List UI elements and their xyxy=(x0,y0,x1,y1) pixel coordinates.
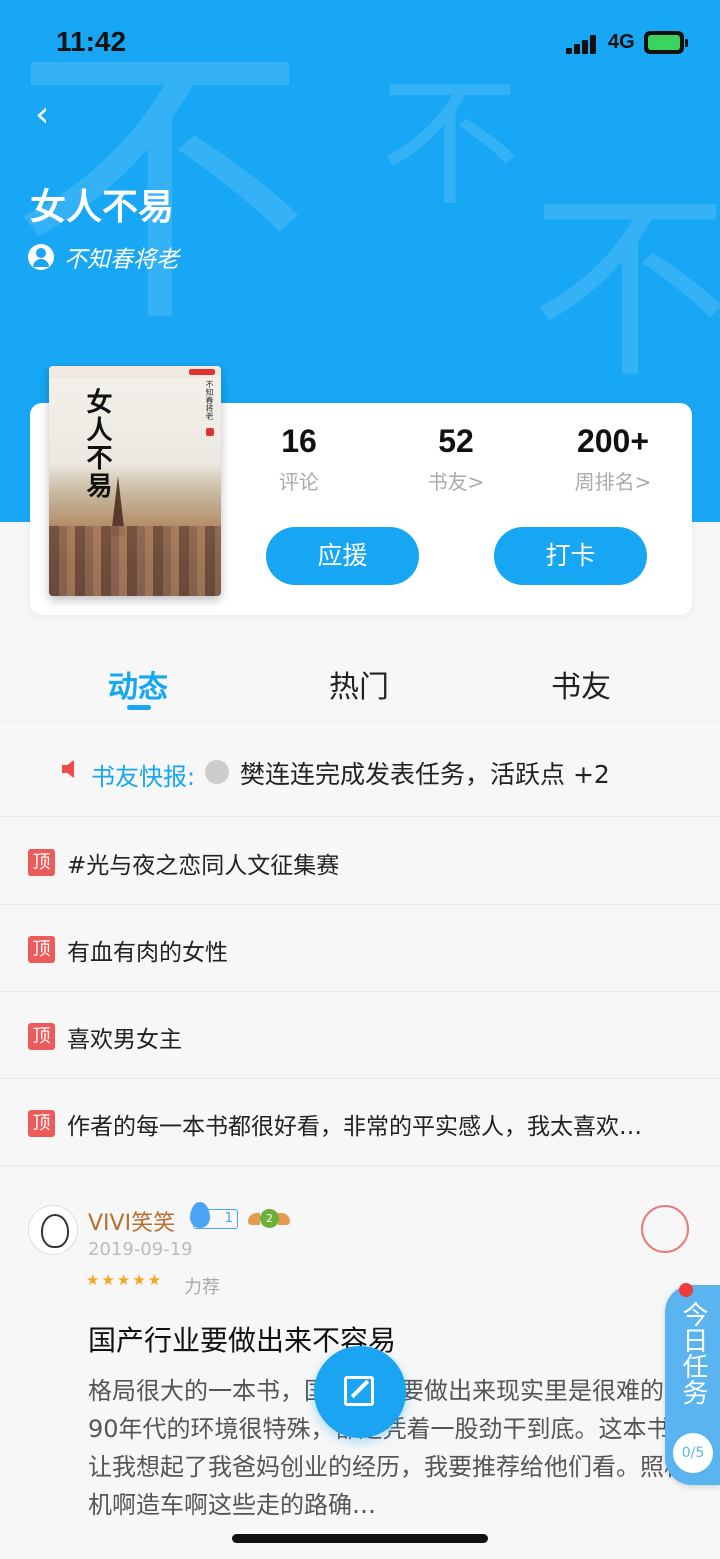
speaker-icon xyxy=(62,760,74,778)
status-bar: 11:42 4G xyxy=(0,0,720,88)
stat-value: 52 xyxy=(438,423,474,459)
home-indicator[interactable] xyxy=(232,1534,488,1543)
cover-author: 不知春将老 xyxy=(205,380,214,420)
tab-indicator xyxy=(127,705,151,710)
battery-icon xyxy=(644,31,688,54)
watermark-glyph: 不 xyxy=(530,173,720,406)
pinned-title: 有血有肉的女性 xyxy=(67,940,228,966)
tab-popular[interactable]: 热门 xyxy=(329,662,389,706)
book-cover[interactable]: 女人不易 不知春将老 xyxy=(49,366,221,596)
checkin-button[interactable]: 打卡 xyxy=(494,527,647,585)
stat-value: 16 xyxy=(281,423,317,459)
stat-readers[interactable]: 52 书友> xyxy=(386,423,526,495)
pinned-badge: 顶 xyxy=(28,1110,55,1137)
watermark-glyph: 不 xyxy=(380,63,521,226)
network-type: 4G xyxy=(608,31,635,53)
pinned-badge: 顶 xyxy=(28,1023,55,1050)
user-icon xyxy=(28,244,54,270)
author-link[interactable]: 不知春将老 xyxy=(28,240,179,274)
pinned-post[interactable]: 顶 喜欢男女主 xyxy=(0,992,720,1079)
daily-task-button[interactable]: 今日任务 0/5 xyxy=(665,1283,720,1485)
rating-tag: 力荐 xyxy=(184,1277,220,1298)
pinned-post[interactable]: 顶 有血有肉的女性 xyxy=(0,905,720,992)
signal-icon xyxy=(566,34,602,54)
fan-level-value: 2 xyxy=(260,1209,279,1228)
rating-stars: ★★★★★ xyxy=(86,1271,164,1289)
stat-weekly-rank[interactable]: 200+ 周排名> xyxy=(543,423,683,495)
back-button[interactable]: ‹ xyxy=(35,95,75,135)
level-badge: 1 xyxy=(193,1209,238,1229)
task-progress: 0/5 xyxy=(673,1433,713,1473)
stat-label: 书友> xyxy=(427,470,485,494)
fan-level-badge: 2 xyxy=(248,1209,290,1229)
reader-news-bar[interactable]: 书友快报: 樊连连完成发表任务，活跃点 +2 xyxy=(0,723,720,817)
news-label: 书友快报: xyxy=(91,763,196,791)
pinned-badge: 顶 xyxy=(28,936,55,963)
stat-comments: 16 评论 xyxy=(229,423,369,495)
tab-readers[interactable]: 书友 xyxy=(551,662,611,706)
pinned-post[interactable]: 顶 #光与夜之恋同人文征集赛 xyxy=(0,818,720,905)
pinned-post[interactable]: 顶 作者的每一本书都很好看，非常的平实感人，我太喜欢… xyxy=(0,1079,720,1166)
stat-label: 评论 xyxy=(279,470,319,494)
pinned-title: 喜欢男女主 xyxy=(67,1027,182,1053)
avatar[interactable] xyxy=(28,1205,78,1255)
news-text: 樊连连完成发表任务，活跃点 +2 xyxy=(240,760,610,789)
pinned-title: 作者的每一本书都很好看，非常的平实感人，我太喜欢… xyxy=(67,1114,642,1140)
tab-bar: 动态 热门 书友 xyxy=(0,640,720,722)
stat-value: 200+ xyxy=(576,423,650,459)
notification-dot xyxy=(679,1283,693,1297)
support-button[interactable]: 应援 xyxy=(266,527,419,585)
pinned-title: #光与夜之恋同人文征集赛 xyxy=(67,853,340,879)
avatar xyxy=(205,760,229,784)
write-post-button[interactable] xyxy=(314,1346,406,1438)
post-date: 2019-09-19 xyxy=(88,1239,193,1260)
tab-updates[interactable]: 动态 xyxy=(108,662,168,706)
pinned-badge: 顶 xyxy=(28,849,55,876)
stat-label: 周排名> xyxy=(574,470,652,494)
username[interactable]: VIVI笑笑 xyxy=(88,1205,175,1237)
task-label: 今日任务 xyxy=(678,1301,708,1405)
book-title: 女人不易 xyxy=(30,187,175,228)
status-time: 11:42 xyxy=(56,26,127,57)
author-name: 不知春将老 xyxy=(64,247,179,273)
featured-seal-icon xyxy=(641,1205,689,1253)
